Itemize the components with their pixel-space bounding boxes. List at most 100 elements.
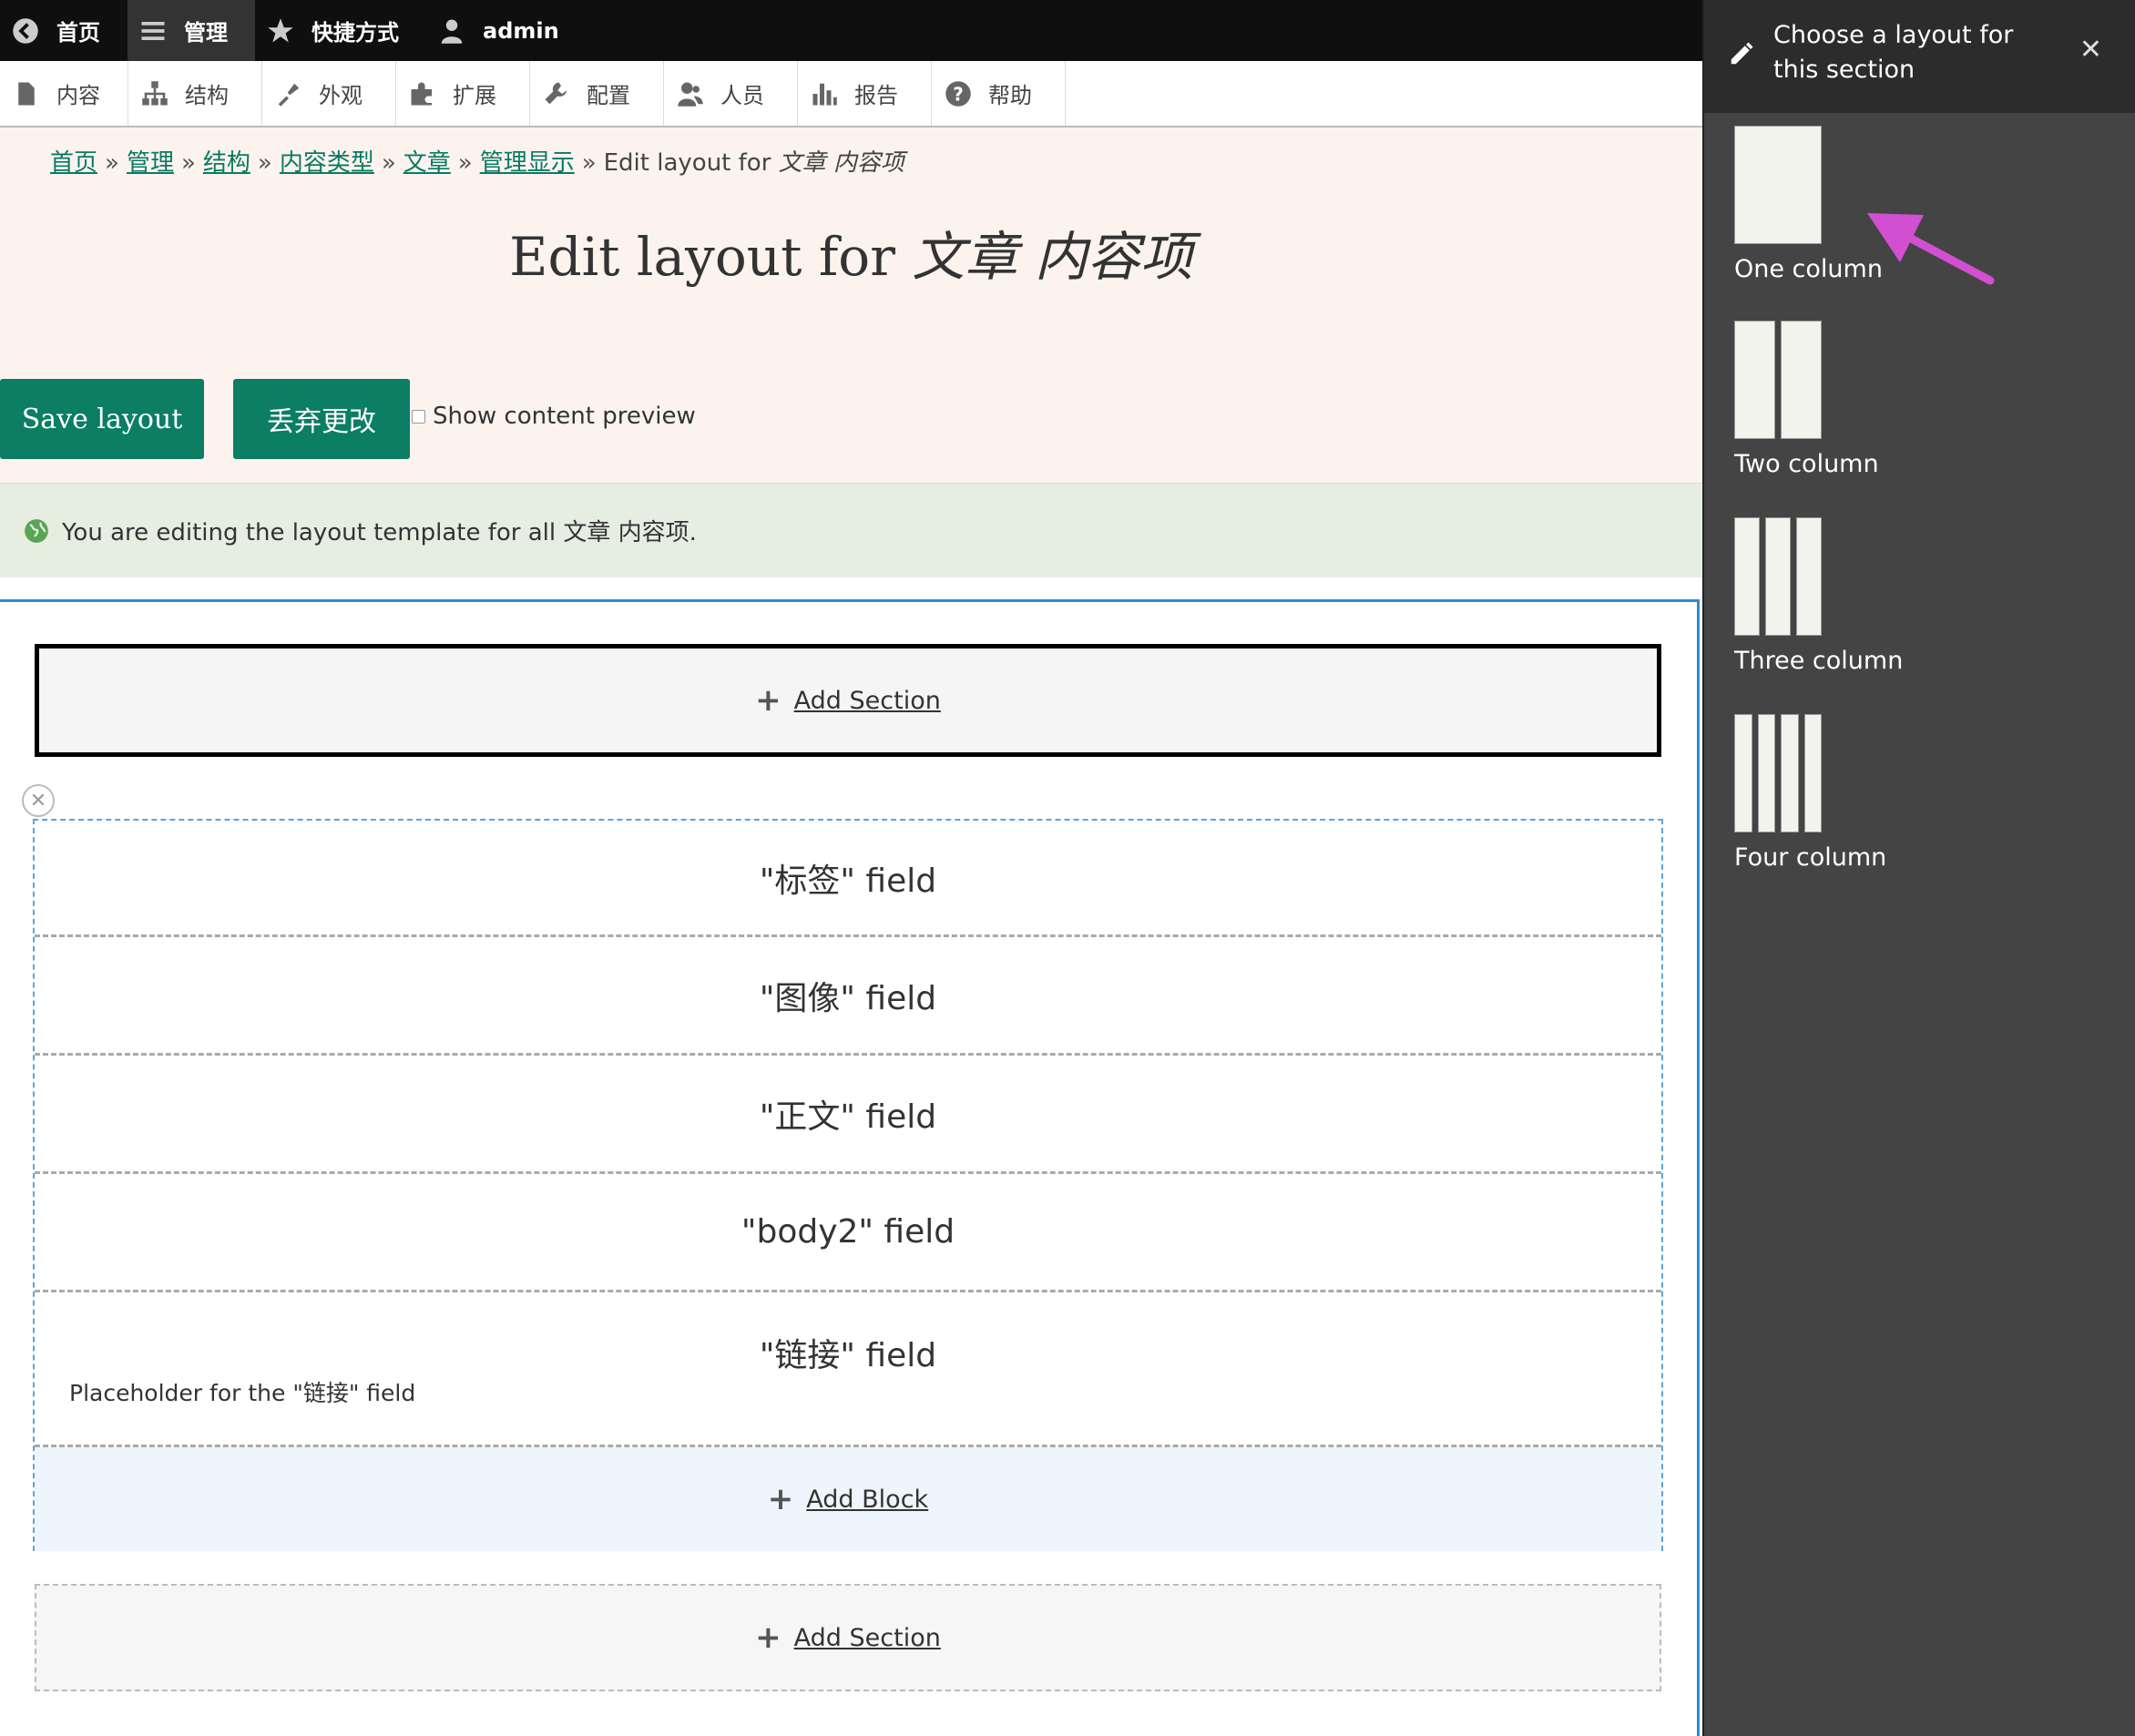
tray-item-label: 外观 (319, 83, 363, 108)
toolbar-shortcuts-label: 快捷方式 (312, 20, 399, 46)
layout-option-three-column[interactable]: Three column (1734, 517, 1903, 675)
block-label: "链接" field (759, 1337, 937, 1374)
layout-builder: + Add Section ✕ "标签" field "图像" field "正… (0, 599, 1700, 1736)
plus-icon: + (755, 682, 781, 719)
file-icon (18, 82, 35, 105)
back-arrow-icon (11, 16, 40, 46)
breadcrumb-link-admin[interactable]: 管理 (127, 149, 174, 177)
sitemap-icon (142, 80, 168, 105)
toolbar-user-label: admin (483, 17, 559, 44)
toolbar-user-tab[interactable]: admin (426, 0, 587, 61)
four-column-thumbnail (1734, 714, 1822, 832)
tray-item-content[interactable]: 内容 (0, 61, 128, 126)
tray-item-reports[interactable]: 报告 (798, 61, 932, 126)
add-section-link[interactable]: Add Section (794, 1624, 941, 1652)
remove-section-button[interactable]: ✕ (22, 784, 55, 817)
tray-item-structure[interactable]: 结构 (128, 61, 262, 126)
toolbar-home-link[interactable]: 首页 (0, 0, 128, 61)
add-section-link[interactable]: Add Section (794, 687, 941, 715)
discard-changes-button[interactable]: 丢弃更改 (233, 379, 410, 459)
breadcrumb-separator: » (180, 149, 196, 177)
breadcrumb-separator: » (581, 149, 597, 177)
block-placeholder: Placeholder for the "链接" field (69, 1380, 416, 1406)
two-column-thumbnail (1734, 321, 1822, 439)
help-icon: ? (945, 80, 971, 107)
save-layout-button[interactable]: Save layout (0, 379, 204, 459)
svg-text:?: ? (953, 83, 964, 105)
people-icon (678, 82, 703, 107)
tray-item-help[interactable]: ? 帮助 (932, 61, 1066, 126)
tray-item-label: 配置 (587, 83, 630, 108)
toolbar-shortcuts-tab[interactable]: 快捷方式 (255, 0, 426, 61)
annotation-arrow (1867, 213, 1995, 285)
sidebar-header: Choose a layout for this section ✕ (1704, 0, 2135, 113)
layout-section: "标签" field "图像" field "正文" field "body2"… (33, 819, 1663, 1551)
page-title: Edit layout for 文章 内容项 (0, 214, 1702, 291)
tray-item-label: 内容 (56, 83, 100, 108)
pencil-icon (1731, 42, 1753, 65)
wrench-icon (545, 82, 567, 104)
breadcrumb-link-structure[interactable]: 结构 (203, 149, 250, 177)
toolbar-manage-tab[interactable]: 管理 (128, 0, 255, 61)
breadcrumb-separator: » (457, 149, 473, 177)
breadcrumb-current: Edit layout for (603, 149, 771, 177)
admin-toolbar: 首页 管理 快捷方式 admin (0, 0, 1702, 61)
tray-item-label: 帮助 (988, 83, 1032, 108)
toolbar-manage-label: 管理 (184, 20, 228, 46)
block-body-field[interactable]: "正文" field (35, 1056, 1661, 1174)
close-icon: ✕ (29, 789, 47, 812)
tray-item-label: 结构 (185, 83, 229, 108)
star-icon (266, 16, 295, 46)
add-block-region[interactable]: + Add Block (35, 1447, 1661, 1551)
toolbar-tray: 内容 结构 外观 扩展 配置 人员 报告 ? 帮助 (0, 61, 1702, 128)
brush-icon (278, 83, 300, 107)
user-icon (437, 16, 466, 46)
add-section-top[interactable]: + Add Section (35, 644, 1661, 757)
block-tags-field[interactable]: "标签" field (35, 821, 1661, 937)
tray-item-appearance[interactable]: 外观 (262, 61, 396, 126)
block-label: "标签" field (759, 862, 937, 900)
breadcrumb-link-home[interactable]: 首页 (50, 149, 97, 177)
tray-item-config[interactable]: 配置 (530, 61, 664, 126)
breadcrumb-link-manage-display[interactable]: 管理显示 (480, 149, 575, 177)
block-link-field[interactable]: "链接" field Placeholder for the "链接" fiel… (35, 1292, 1661, 1447)
page-title-prefix: Edit layout for (509, 226, 895, 288)
layout-option-label: Two column (1734, 450, 1879, 478)
one-column-thumbnail (1734, 126, 1822, 244)
hamburger-icon (138, 16, 168, 46)
globe-icon (25, 518, 48, 543)
status-message: You are editing the layout template for … (0, 483, 1702, 577)
add-block-link[interactable]: Add Block (806, 1486, 928, 1514)
breadcrumb-separator: » (105, 149, 119, 177)
three-column-thumbnail (1734, 517, 1822, 636)
plus-icon: + (755, 1619, 781, 1656)
layout-option-four-column[interactable]: Four column (1734, 714, 1886, 872)
tray-item-people[interactable]: 人员 (664, 61, 798, 126)
status-text: You are editing the layout template for … (62, 519, 697, 546)
layout-option-label: Four column (1734, 843, 1887, 872)
show-preview-label: Show content preview (433, 403, 696, 430)
layout-option-label: Three column (1734, 647, 1904, 675)
block-label: "body2" field (741, 1213, 955, 1251)
breadcrumb: 首页» 管理» 结构» 内容类型» 文章» 管理显示» Edit layout for 文章… (50, 144, 904, 178)
plus-icon: + (767, 1481, 794, 1517)
block-image-field[interactable]: "图像" field (35, 937, 1661, 1056)
tray-item-label: 报告 (854, 83, 898, 108)
tray-item-extend[interactable]: 扩展 (396, 61, 530, 126)
add-section-bottom[interactable]: + Add Section (35, 1584, 1661, 1691)
block-label: "正文" field (759, 1098, 937, 1136)
puzzle-icon (411, 82, 432, 105)
tray-item-label: 人员 (720, 83, 764, 108)
close-icon[interactable]: ✕ (2079, 33, 2102, 67)
block-label: "图像" field (759, 979, 937, 1017)
breadcrumb-link-article[interactable]: 文章 (404, 149, 451, 177)
breadcrumb-separator: » (381, 149, 396, 177)
layout-option-two-column[interactable]: Two column (1734, 321, 1879, 478)
bar-chart-icon (812, 83, 837, 105)
show-preview-checkbox[interactable] (412, 409, 425, 424)
show-preview-toggle[interactable]: Show content preview (412, 403, 696, 430)
breadcrumb-current-em: 文章 内容项 (778, 149, 904, 177)
breadcrumb-link-content-types[interactable]: 内容类型 (280, 149, 374, 177)
block-body2-field[interactable]: "body2" field (35, 1174, 1661, 1292)
breadcrumb-separator: » (257, 149, 272, 177)
